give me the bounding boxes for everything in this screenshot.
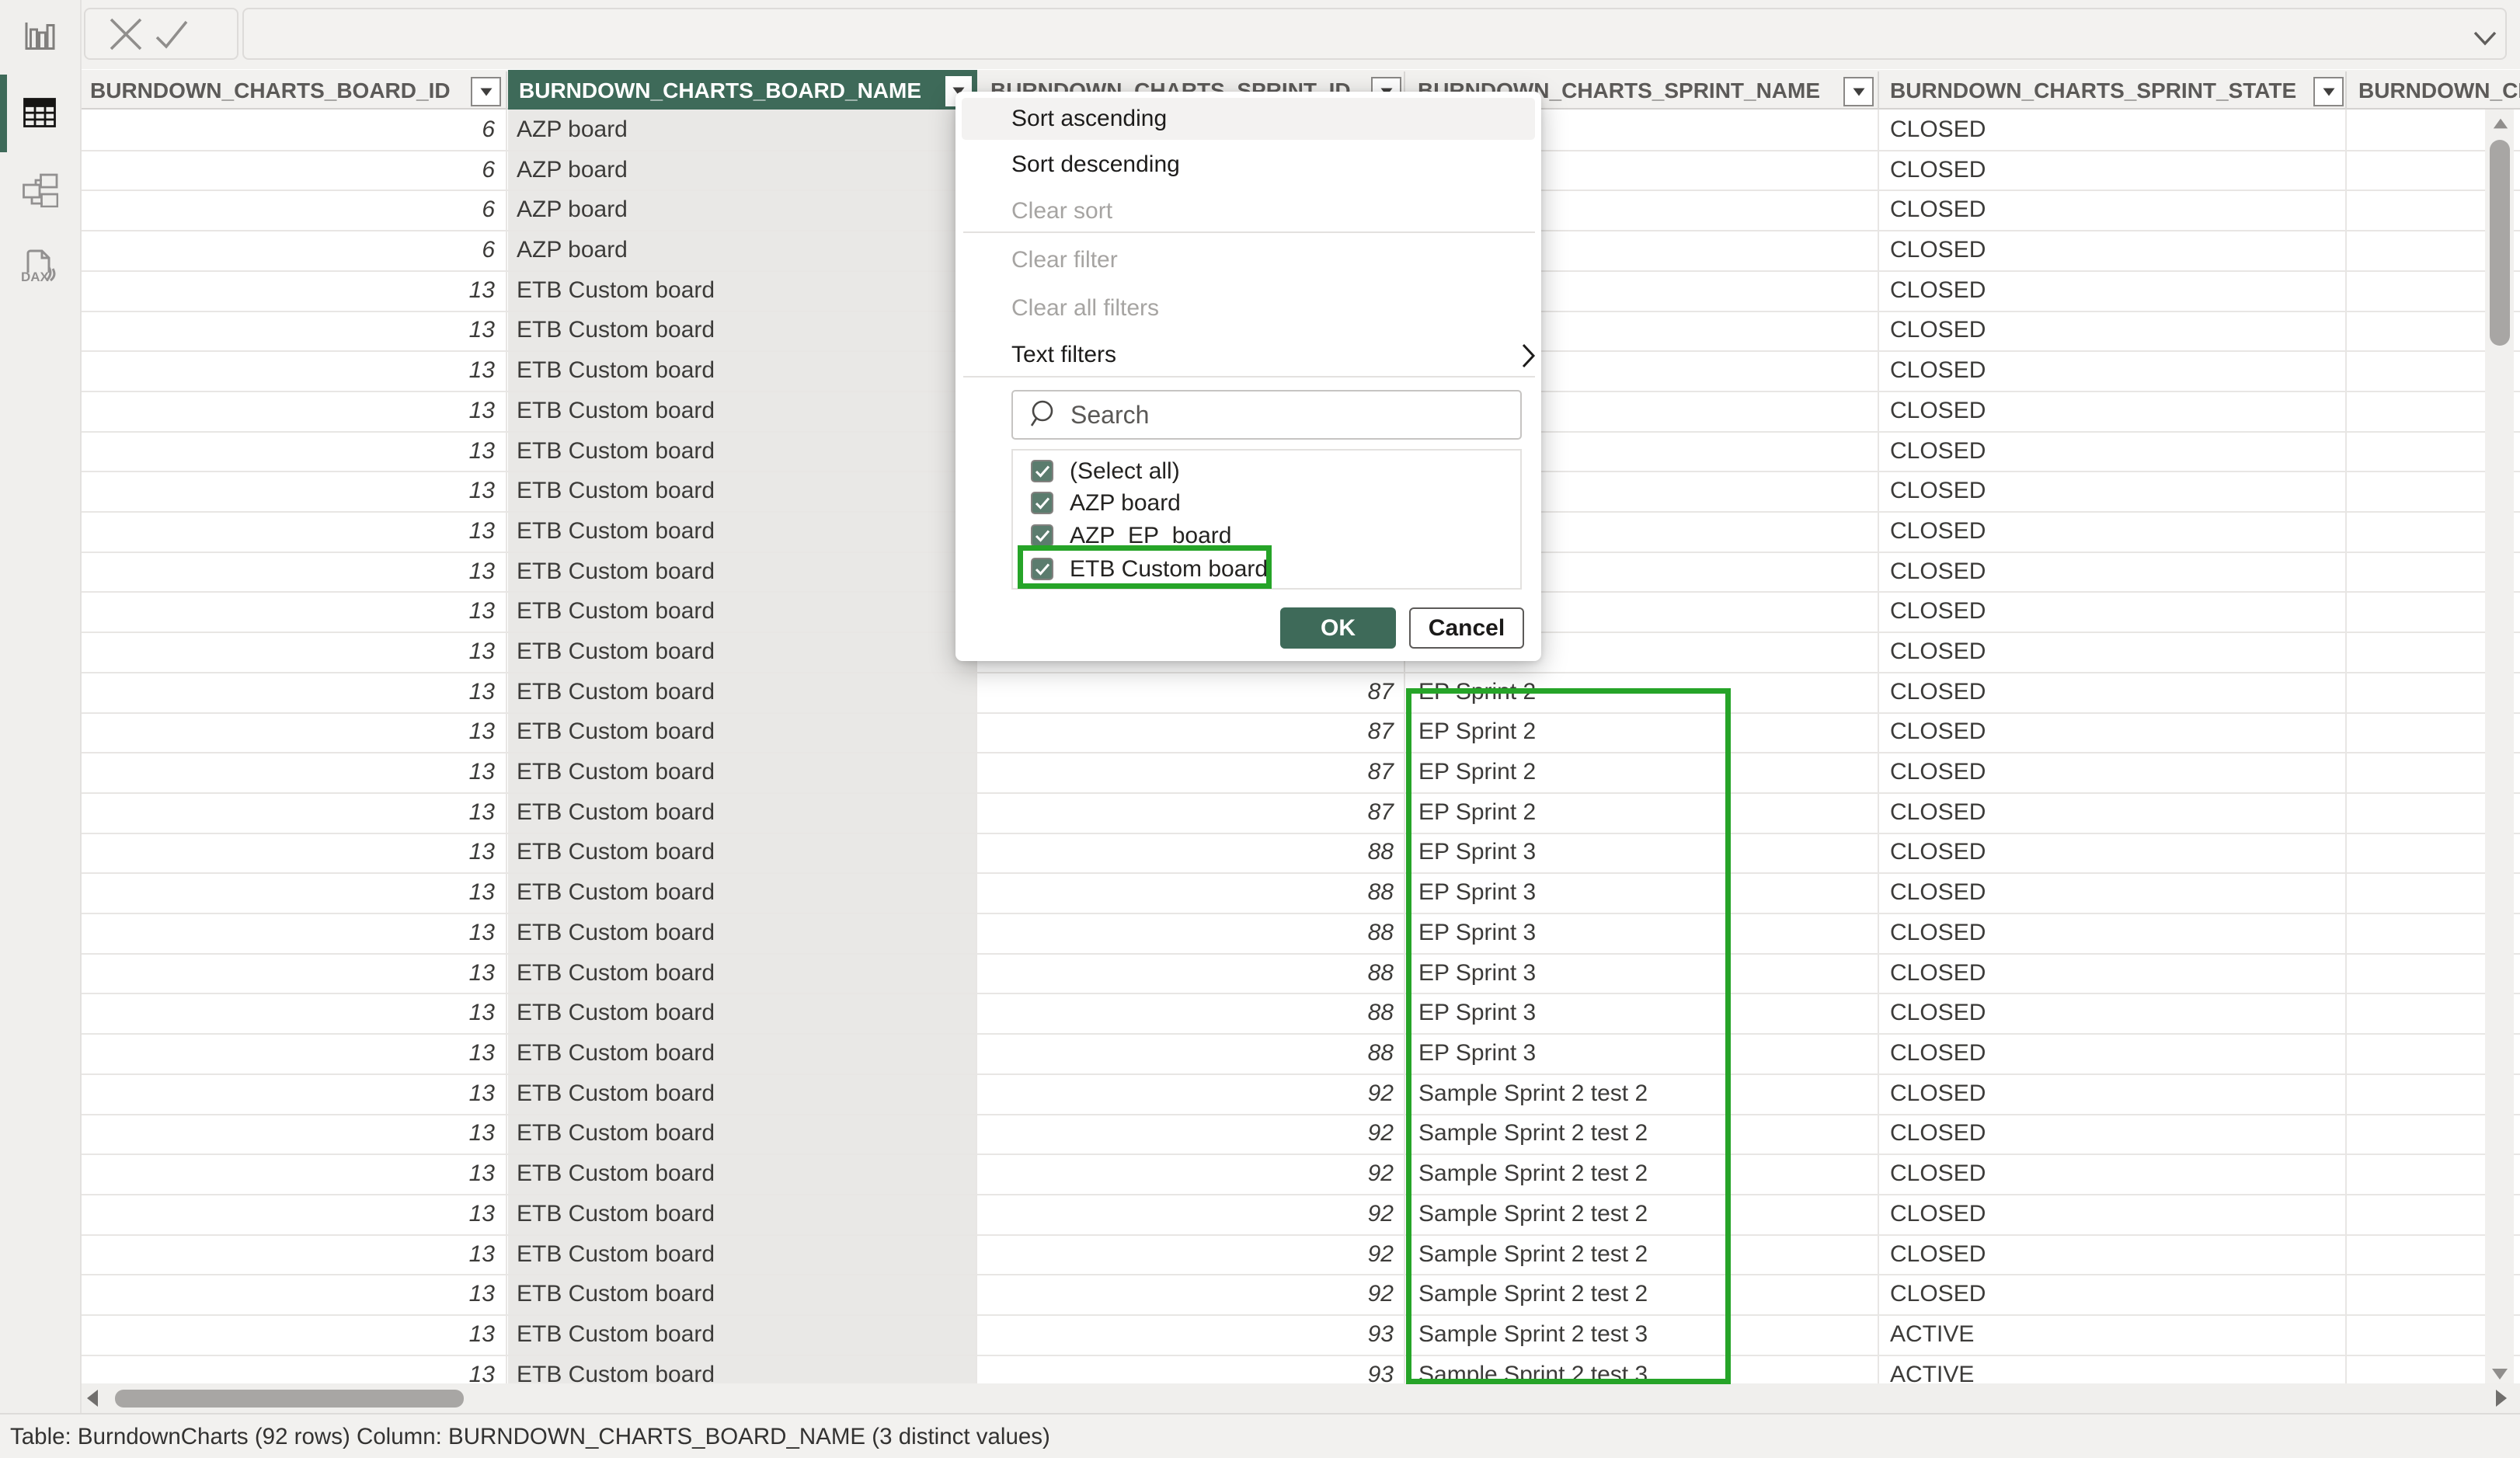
svg-text:DAX: DAX (21, 270, 50, 283)
